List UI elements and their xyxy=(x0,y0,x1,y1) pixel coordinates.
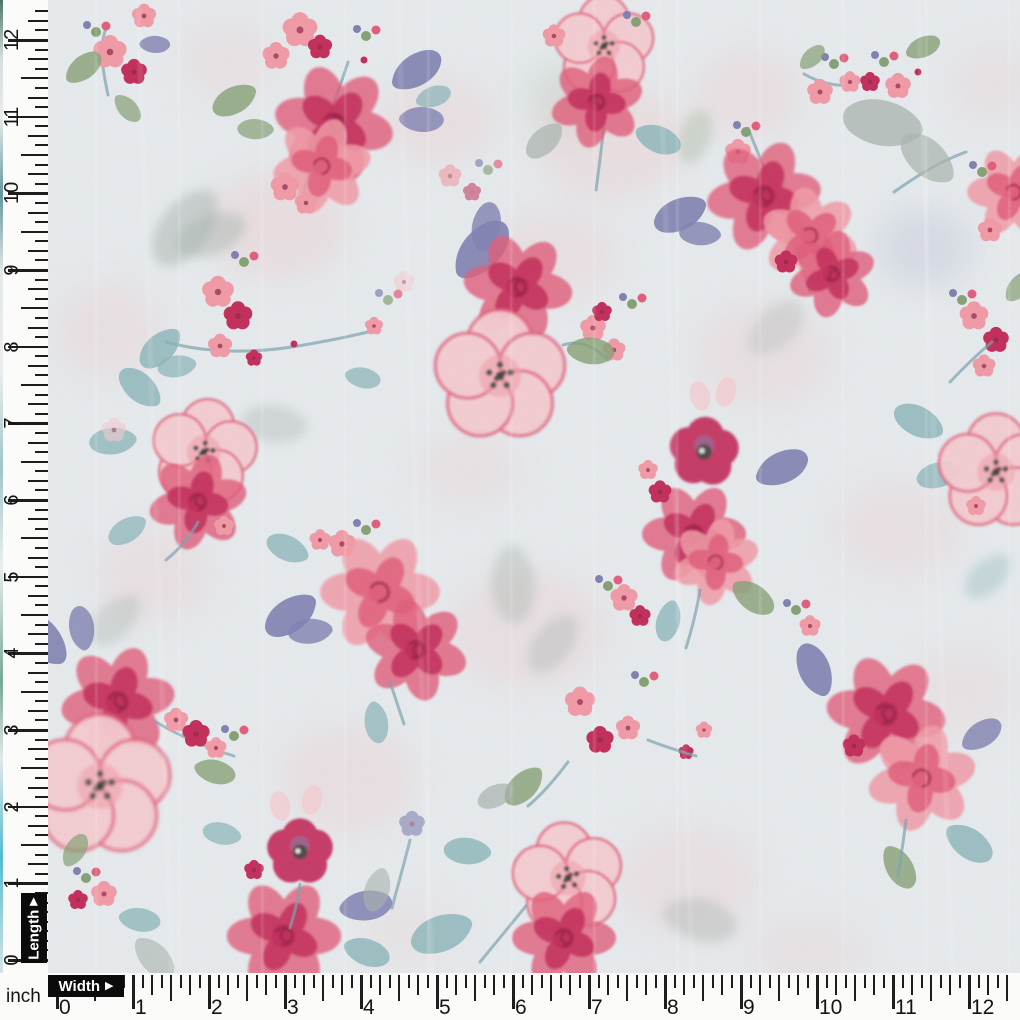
ruler-number: 2 xyxy=(1,796,23,818)
ruler-number: 12 xyxy=(971,996,994,1020)
ruler-number: 11 xyxy=(895,996,917,1020)
length-ruler-numbers: 0123456789101112 xyxy=(0,0,48,973)
fabric-grain-texture xyxy=(48,0,1020,973)
ruler-number: 8 xyxy=(1,336,23,358)
ruler-number: 8 xyxy=(667,996,679,1020)
width-label: Width ▶ xyxy=(48,975,124,997)
width-label-text: Width xyxy=(59,978,101,995)
length-label: Length ▶ xyxy=(21,893,47,963)
ruler-number: 11 xyxy=(1,106,23,128)
ruler-number: 1 xyxy=(135,996,147,1020)
ruler-number: 3 xyxy=(287,996,299,1020)
ruler-number: 2 xyxy=(211,996,223,1020)
ruler-number: 10 xyxy=(819,996,842,1020)
fabric-product-photo: 0123456789101112 Length ▶ 01234567891011… xyxy=(0,0,1020,1020)
ruler-number: 5 xyxy=(1,566,23,588)
ruler-number: 6 xyxy=(515,996,527,1020)
length-ruler: 0123456789101112 Length ▶ xyxy=(0,0,48,973)
floral-print xyxy=(48,0,1020,973)
width-ruler: 0123456789101112 Width ▶ inch xyxy=(0,973,1020,1020)
arrow-up-icon: ▶ xyxy=(29,897,40,905)
width-ruler-numbers: 0123456789101112 xyxy=(0,973,1020,1020)
ruler-number: 0 xyxy=(59,996,71,1020)
ruler-number: 4 xyxy=(1,642,23,664)
ruler-number: 9 xyxy=(1,259,23,281)
arrow-right-icon: ▶ xyxy=(105,981,113,992)
fabric-swatch xyxy=(48,0,1020,973)
ruler-number: 12 xyxy=(1,29,23,51)
ruler-number: 1 xyxy=(1,872,23,894)
ruler-number: 4 xyxy=(363,996,375,1020)
ruler-number: 0 xyxy=(1,949,23,971)
length-label-text: Length xyxy=(26,909,43,959)
ruler-number: 3 xyxy=(1,719,23,741)
ruler-number: 7 xyxy=(1,412,23,434)
ruler-number: 9 xyxy=(743,996,755,1020)
ruler-number: 5 xyxy=(439,996,451,1020)
unit-label: inch xyxy=(6,986,41,1008)
ruler-number: 7 xyxy=(591,996,603,1020)
ruler-number: 6 xyxy=(1,489,23,511)
ruler-number: 10 xyxy=(1,182,23,204)
